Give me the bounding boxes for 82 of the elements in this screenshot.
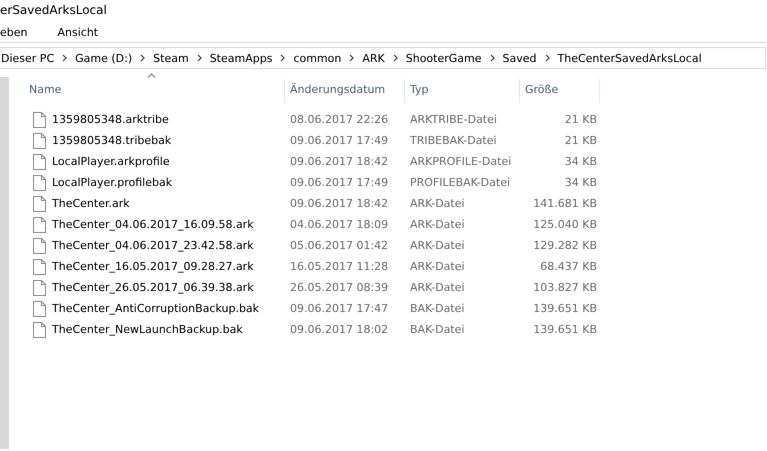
file-icon bbox=[33, 196, 46, 212]
type-cell: ARKTRIBE-Datei bbox=[410, 113, 497, 126]
size-cell: 21 KB bbox=[564, 134, 597, 147]
size-cell: 125.040 KB bbox=[533, 218, 597, 231]
date-cell: 05.06.2017 01:42 bbox=[290, 239, 388, 252]
type-cell: ARK-Datei bbox=[410, 218, 465, 231]
chevron-right-icon bbox=[280, 54, 286, 62]
breadcrumb-item[interactable]: Saved bbox=[502, 52, 536, 64]
scrollbar-track[interactable] bbox=[0, 77, 9, 449]
size-cell: 139.651 KB bbox=[533, 302, 597, 315]
chevron-right-icon bbox=[62, 54, 68, 62]
date-cell: 16.05.2017 11:28 bbox=[290, 260, 388, 273]
file-name[interactable]: 1359805348.arktribe bbox=[52, 113, 169, 126]
type-cell: ARKPROFILE-Datei bbox=[410, 155, 512, 168]
type-cell: BAK-Datei bbox=[410, 323, 464, 336]
file-icon bbox=[33, 154, 46, 170]
date-cell: 09.06.2017 17:47 bbox=[290, 302, 388, 315]
breadcrumb-item[interactable]: common bbox=[293, 52, 342, 64]
size-cell: 141.681 KB bbox=[533, 197, 597, 210]
date-cell: 09.06.2017 18:42 bbox=[290, 197, 388, 210]
date-cell: 09.06.2017 18:42 bbox=[290, 155, 388, 168]
breadcrumb-item[interactable]: Steam bbox=[153, 52, 189, 64]
column-header[interactable]: Typ bbox=[405, 79, 520, 103]
file-name[interactable]: TheCenter_16.05.2017_09.28.27.ark bbox=[52, 260, 254, 273]
file-name[interactable]: TheCenter_26.05.2017_06.39.38.ark bbox=[52, 281, 254, 294]
date-cell: 09.06.2017 17:49 bbox=[290, 134, 388, 147]
file-icon bbox=[33, 174, 46, 190]
file-name[interactable]: LocalPlayer.profilebak bbox=[52, 176, 172, 189]
type-cell: ARK-Datei bbox=[410, 239, 465, 252]
date-cell: 09.06.2017 18:02 bbox=[290, 323, 388, 336]
file-icon bbox=[33, 280, 46, 296]
type-cell: PROFILEBAK-Datei bbox=[410, 176, 510, 189]
chevron-right-icon bbox=[544, 54, 550, 62]
size-cell: 21 KB bbox=[564, 113, 597, 126]
date-cell: 04.06.2017 18:09 bbox=[290, 218, 388, 231]
sort-up-icon bbox=[147, 73, 156, 78]
type-cell: TRIBEBAK-Datei bbox=[410, 134, 497, 147]
size-cell: 34 KB bbox=[564, 155, 597, 168]
type-cell: ARK-Datei bbox=[410, 197, 465, 210]
date-cell: 09.06.2017 17:49 bbox=[290, 176, 388, 189]
column-header[interactable]: Änderungsdatum bbox=[285, 79, 405, 103]
column-header[interactable]: Größe bbox=[520, 79, 600, 103]
breadcrumb-item[interactable]: ARK bbox=[362, 52, 385, 64]
size-cell: 129.282 KB bbox=[533, 239, 597, 252]
size-cell: 34 KB bbox=[564, 176, 597, 189]
file-icon bbox=[33, 216, 46, 232]
breadcrumb-item[interactable]: SteamApps bbox=[210, 52, 272, 64]
type-cell: ARK-Datei bbox=[410, 281, 465, 294]
file-name[interactable]: TheCenter_04.06.2017_23.42.58.ark bbox=[52, 239, 254, 252]
column-header[interactable]: Name bbox=[9, 79, 285, 103]
file-icon bbox=[33, 258, 46, 274]
chevron-right-icon bbox=[196, 54, 202, 62]
breadcrumb-item[interactable]: Game (D:) bbox=[75, 52, 132, 64]
file-icon bbox=[33, 132, 46, 148]
file-icon bbox=[33, 112, 46, 128]
file-name[interactable]: TheCenter_NewLaunchBackup.bak bbox=[52, 323, 243, 336]
file-name[interactable]: TheCenter.ark bbox=[52, 197, 130, 210]
breadcrumb-item[interactable]: TheCenterSavedArksLocal bbox=[558, 52, 702, 64]
size-cell: 103.827 KB bbox=[533, 281, 597, 294]
window-title: erSavedArksLocal bbox=[0, 2, 108, 19]
chevron-right-icon bbox=[349, 54, 354, 62]
file-name[interactable]: TheCenter_04.06.2017_16.09.58.ark bbox=[52, 218, 254, 231]
chevron-right-icon bbox=[140, 54, 146, 62]
breadcrumb-item[interactable]: ShooterGame bbox=[406, 52, 482, 64]
file-icon bbox=[33, 238, 46, 254]
chevron-right-icon bbox=[490, 54, 495, 62]
file-icon bbox=[33, 300, 46, 316]
size-cell: 139.651 KB bbox=[533, 323, 597, 336]
date-cell: 08.06.2017 22:26 bbox=[290, 113, 388, 126]
chevron-right-icon bbox=[392, 54, 398, 62]
date-cell: 26.05.2017 08:39 bbox=[290, 281, 388, 294]
type-cell: ARK-Datei bbox=[410, 260, 465, 273]
menu-tab[interactable]: Ansicht bbox=[58, 26, 98, 38]
type-cell: BAK-Datei bbox=[410, 302, 464, 315]
breadcrumb-item[interactable]: Dieser PC bbox=[1, 52, 54, 64]
file-name[interactable]: TheCenter_AntiCorruptionBackup.bak bbox=[52, 302, 260, 315]
size-cell: 68.437 KB bbox=[540, 260, 597, 273]
menu-tab[interactable]: eben bbox=[0, 26, 28, 38]
file-name[interactable]: LocalPlayer.arkprofile bbox=[52, 155, 170, 168]
address-bar[interactable]: Dieser PC Game (D:) Steam SteamApps common ARK ShooterGame Saved TheCenterSavedArksLocal bbox=[0, 47, 766, 69]
file-name[interactable]: 1359805348.tribebak bbox=[52, 134, 172, 147]
file-icon bbox=[33, 322, 46, 338]
